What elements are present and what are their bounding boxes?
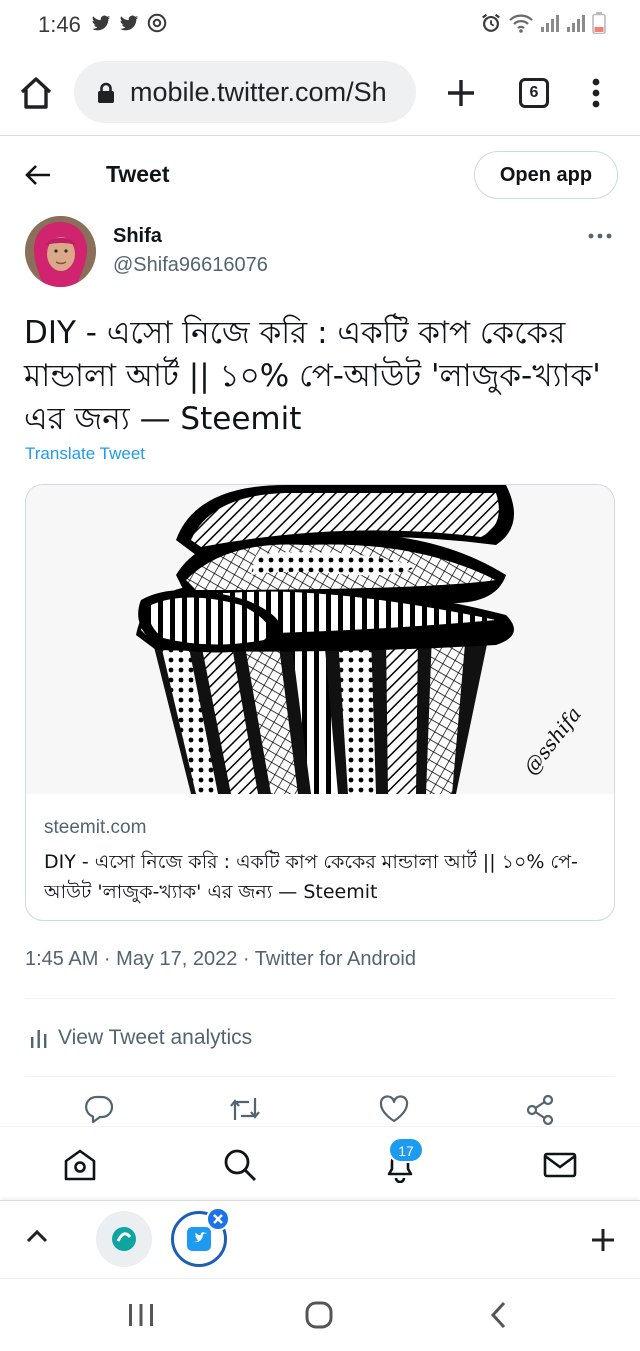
notification-badge: 17 <box>388 1137 424 1163</box>
heart-icon <box>379 1095 409 1123</box>
system-icons <box>480 12 606 34</box>
recent-apps-button[interactable] <box>128 1303 154 1327</box>
nav-messages[interactable] <box>542 1147 578 1183</box>
like-button[interactable] <box>378 1094 410 1124</box>
home-button[interactable] <box>18 76 56 112</box>
tweet-text: DIY - এসো নিজে করি : একটি কাপ কেকের মান্… <box>24 315 601 437</box>
page-title: Tweet <box>106 161 170 187</box>
more-vertical-icon <box>592 78 600 108</box>
browser-bottom-bar <box>0 1200 640 1278</box>
author-name[interactable]: Shifa <box>113 225 162 248</box>
steemit-tab-bubble[interactable] <box>96 1211 152 1267</box>
close-icon <box>213 1214 223 1224</box>
card-title: DIY - এসো নিজে করি : একটি কাপ কেকের মান্… <box>44 851 578 903</box>
view-analytics-link[interactable]: View Tweet analytics <box>30 1026 252 1050</box>
more-horizontal-icon <box>588 233 612 239</box>
signal-icon <box>541 15 559 32</box>
tweet-more-button[interactable] <box>588 232 612 240</box>
link-card[interactable]: @sshifa steemit.com DIY - এসো নিজে করি :… <box>25 484 615 921</box>
mail-icon <box>543 1152 577 1178</box>
address-bar[interactable]: mobile.twitter.com/Sh <box>74 61 416 123</box>
chevron-up-icon <box>26 1229 48 1243</box>
avatar-image <box>25 216 96 287</box>
alarm-icon <box>482 13 500 32</box>
back-button[interactable] <box>24 163 52 187</box>
new-bubble-button[interactable] <box>590 1227 616 1253</box>
home-icon <box>20 77 52 109</box>
tab-switcher-button[interactable]: 6 <box>519 78 549 108</box>
new-tab-button[interactable] <box>444 76 478 110</box>
reply-button[interactable] <box>84 1094 114 1124</box>
system-home-button[interactable] <box>305 1301 333 1329</box>
divider <box>25 1076 615 1077</box>
home-circle-icon <box>305 1301 333 1329</box>
tweet-actions <box>0 1094 640 1128</box>
system-back-button[interactable] <box>489 1301 507 1329</box>
messenger-icon <box>147 13 167 33</box>
battery-low-icon <box>592 12 606 34</box>
search-icon <box>224 1149 256 1181</box>
expand-button[interactable] <box>26 1229 48 1243</box>
status-bar: 1:46 <box>0 0 640 50</box>
chevron-left-icon <box>490 1301 506 1329</box>
arrow-left-icon <box>25 165 50 185</box>
avatar[interactable] <box>25 216 96 287</box>
reply-icon <box>85 1095 114 1124</box>
wifi-icon <box>509 14 533 33</box>
card-domain: steemit.com <box>44 817 147 838</box>
notification-icons <box>90 12 168 34</box>
share-icon <box>526 1094 554 1126</box>
signal-icon <box>567 15 585 32</box>
card-image: @sshifa <box>26 485 614 794</box>
browser-menu-button[interactable] <box>590 78 602 108</box>
system-navigation-bar <box>0 1278 640 1351</box>
url-text: mobile.twitter.com/Sh <box>130 77 387 107</box>
share-button[interactable] <box>524 1094 556 1126</box>
twitter-bottom-nav: 17 <box>0 1126 640 1200</box>
home-icon <box>64 1149 96 1181</box>
nav-home[interactable] <box>62 1147 98 1183</box>
analytics-icon <box>31 1030 47 1048</box>
steemit-icon <box>112 1227 136 1251</box>
author-handle[interactable]: @Shifa96616076 <box>113 254 268 277</box>
retweet-button[interactable] <box>228 1094 262 1124</box>
twitter-icon <box>91 15 111 31</box>
divider <box>25 998 615 999</box>
analytics-label: View Tweet analytics <box>58 1026 253 1049</box>
retweet-icon <box>230 1098 260 1120</box>
lock-icon <box>98 82 114 103</box>
open-app-button[interactable]: Open app <box>474 151 618 199</box>
browser-toolbar: mobile.twitter.com/Sh 6 <box>0 50 640 136</box>
translate-link[interactable]: Translate Tweet <box>25 444 145 464</box>
plus-icon <box>448 80 474 106</box>
nav-search[interactable] <box>222 1147 258 1183</box>
close-bubble-button[interactable] <box>206 1207 230 1231</box>
tweet-header: Tweet Open app <box>0 137 640 211</box>
status-time: 1:46 <box>38 12 81 37</box>
cupcake-mandala-illustration: @sshifa <box>26 485 614 794</box>
twitter-icon <box>119 15 139 31</box>
plus-icon <box>592 1229 614 1251</box>
tweet-timestamp[interactable]: 1:45 AM · May 17, 2022 · Twitter for And… <box>25 948 416 971</box>
recents-icon <box>129 1304 153 1326</box>
